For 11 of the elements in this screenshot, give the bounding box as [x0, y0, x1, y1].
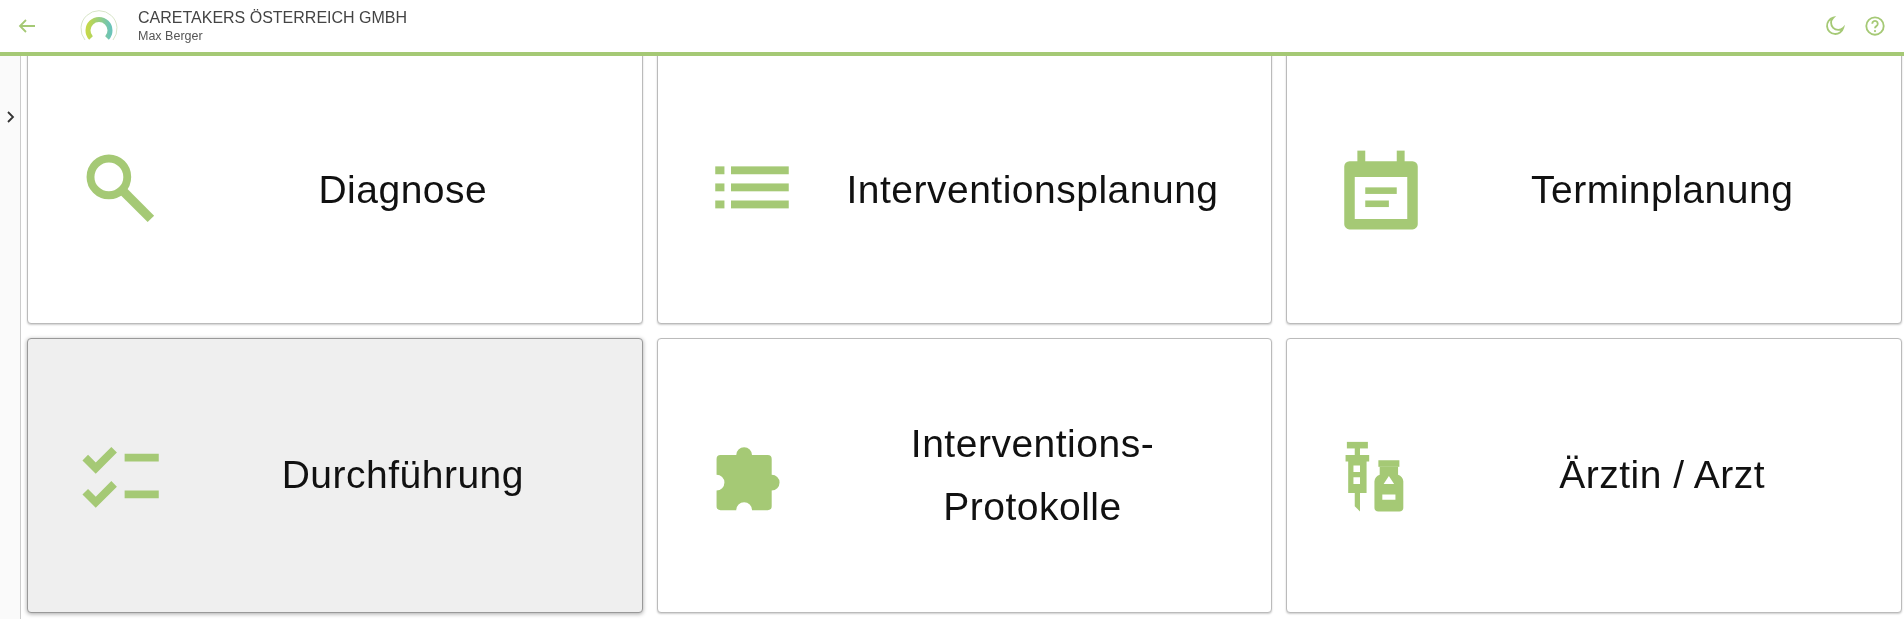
menu-tile[interactable]: Ärztin / Arzt — [1286, 338, 1902, 613]
help-icon[interactable] — [1864, 15, 1886, 37]
menu-tile[interactable]: Diagnose — [27, 56, 643, 324]
chevron-right-icon[interactable] — [5, 110, 17, 124]
user-name: Max Berger — [138, 29, 204, 43]
menu-tile[interactable]: Interventions- Protokolle — [656, 338, 1273, 613]
menu-tile[interactable]: Durchführung — [27, 338, 643, 613]
menu-tile[interactable]: Terminplanung — [1286, 56, 1902, 324]
company-name: CARETAKERS ÖSTERREICH GMBH — [138, 9, 408, 27]
moon-icon[interactable] — [1824, 15, 1846, 37]
menu-tile[interactable]: Interventionsplanung — [656, 56, 1273, 324]
